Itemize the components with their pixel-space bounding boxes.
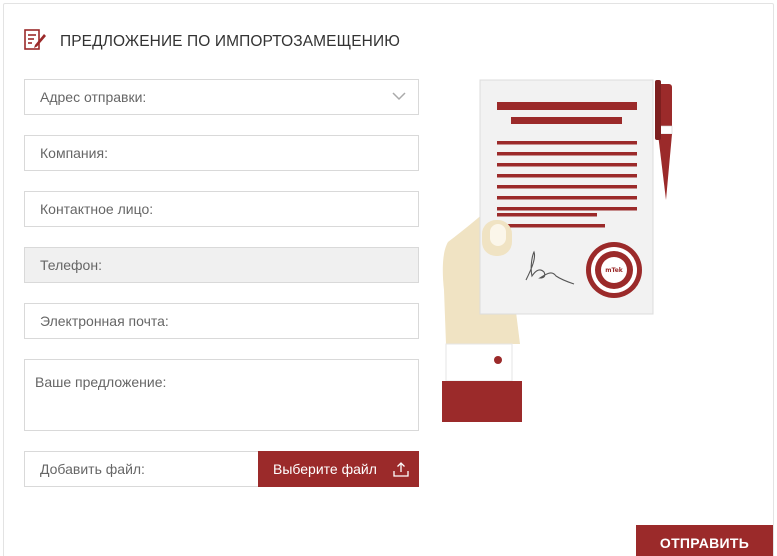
company-placeholder: Компания: [40, 145, 108, 161]
proposal-textarea[interactable]: Ваше предложение: [24, 359, 419, 431]
sleeve [442, 381, 522, 422]
submit-button[interactable]: ОТПРАВИТЬ [636, 525, 773, 556]
file-upload: Добавить файл: Выберите файл [24, 451, 419, 487]
choose-file-button[interactable]: Выберите файл [258, 451, 419, 487]
document-pen-icon [24, 29, 46, 50]
contact-person-placeholder: Контактное лицо: [40, 201, 154, 217]
chevron-down-icon [392, 92, 406, 101]
choose-file-label: Выберите файл [273, 461, 377, 477]
file-upload-label: Добавить файл: [40, 461, 145, 477]
phone-field[interactable]: Телефон: [24, 247, 419, 283]
pen [655, 80, 673, 200]
signed-document-illustration: mTek [442, 79, 673, 422]
contact-person-field[interactable]: Контактное лицо: [24, 191, 419, 227]
phone-placeholder: Телефон: [40, 257, 102, 273]
company-field[interactable]: Компания: [24, 135, 419, 171]
cuff-button [494, 356, 502, 364]
proposal-placeholder: Ваше предложение: [35, 374, 167, 390]
address-select-label: Адрес отправки: [40, 89, 147, 105]
page-title: ПРЕДЛОЖЕНИЕ ПО ИМПОРТОЗАМЕЩЕНИЮ [60, 33, 400, 50]
form-header: ПРЕДЛОЖЕНИЕ ПО ИМПОРТОЗАМЕЩЕНИЮ [23, 28, 400, 52]
address-select[interactable]: Адрес отправки: [24, 79, 419, 115]
stamp-text: mTek [605, 267, 624, 274]
email-placeholder: Электронная почта: [40, 313, 169, 329]
upload-icon [393, 462, 409, 477]
email-field[interactable]: Электронная почта: [24, 303, 419, 339]
stamp: mTek [586, 242, 642, 298]
shirt-cuff [445, 343, 513, 382]
